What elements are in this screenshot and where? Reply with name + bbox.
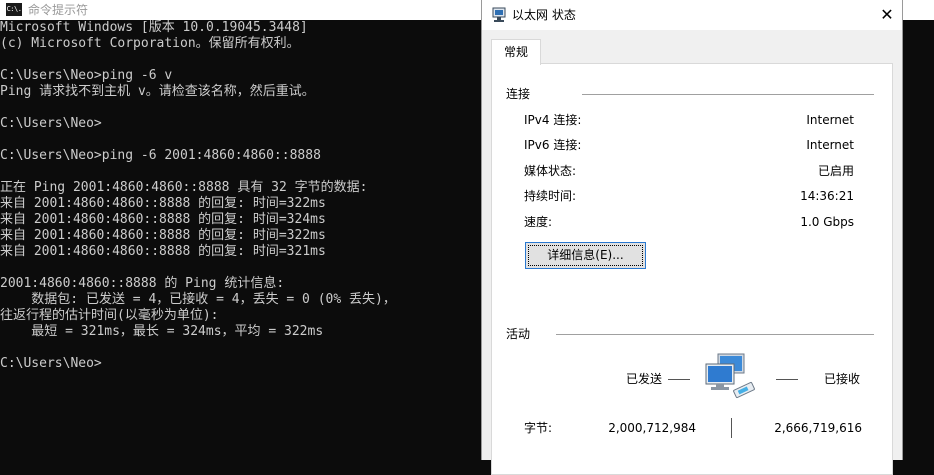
general-tab-panel: 连接 IPv4 连接: Internet IPv6 连接: Internet 媒… <box>491 63 893 475</box>
connection-group-label: 连接 <box>506 87 531 101</box>
close-button[interactable]: ✕ <box>872 0 902 30</box>
ipv4-connectivity-value: Internet <box>806 113 854 127</box>
console-line: 数据包: 已发送 = 4，已接收 = 4，丢失 = 0 (0% 丢失)， <box>0 292 396 307</box>
console-line: 2001:4860:4860::8888 的 Ping 统计信息: <box>0 276 285 291</box>
dialog-title: 以太网 状态 <box>512 8 576 22</box>
ethernet-status-dialog: 以太网 状态 ✕ 常规 连接 IPv4 连接: Internet IPv6 连接… <box>481 0 903 475</box>
cmd-app-icon: C:\. <box>6 3 22 16</box>
ipv4-connectivity-label: IPv4 连接: <box>524 113 582 127</box>
activity-group-divider <box>556 334 874 335</box>
dialog-titlebar[interactable]: 以太网 状态 ✕ <box>482 0 902 30</box>
console-line: C:\Users\Neo>ping -6 2001:4860:4860::888… <box>0 148 321 163</box>
speed-value: 1.0 Gbps <box>800 215 854 229</box>
tab-general[interactable]: 常规 <box>491 39 541 65</box>
received-dash <box>776 379 798 380</box>
bytes-separator <box>731 418 732 438</box>
console-prompt-line: C:\Users\Neo> <box>0 356 102 371</box>
bytes-received-value: 2,666,719,616 <box>774 421 862 435</box>
cmd-console-output[interactable]: Microsoft Windows [版本 10.0.19045.3448] (… <box>0 20 480 460</box>
console-line: C:\Users\Neo>ping -6 v <box>0 68 173 83</box>
ipv6-connectivity-label: IPv6 连接: <box>524 138 582 152</box>
sent-label: 已发送 <box>626 372 663 386</box>
desktop-strip <box>902 0 934 20</box>
bytes-label: 字节: <box>524 421 553 435</box>
console-line: 正在 Ping 2001:4860:4860::8888 具有 32 字节的数据… <box>0 180 368 195</box>
bytes-sent-value: 2,000,712,984 <box>608 421 696 435</box>
console-line: C:\Users\Neo> <box>0 116 102 131</box>
activity-group-label: 活动 <box>506 327 531 341</box>
close-icon: ✕ <box>880 5 894 24</box>
speed-label: 速度: <box>524 215 553 229</box>
media-state-label: 媒体状态: <box>524 164 577 178</box>
console-line: Microsoft Windows [版本 10.0.19045.3448] <box>0 20 308 35</box>
duration-value: 14:36:21 <box>800 189 854 203</box>
console-line: (c) Microsoft Corporation。保留所有权利。 <box>0 36 300 51</box>
duration-label: 持续时间: <box>524 189 577 203</box>
cmd-window-title: 命令提示符 <box>28 3 89 17</box>
network-adapter-icon <box>492 7 506 22</box>
details-button[interactable]: 详细信息(E)... <box>525 242 646 269</box>
media-state-value: 已启用 <box>817 164 854 178</box>
console-line: 往返行程的估计时间(以毫秒为单位): <box>0 308 219 323</box>
network-computers-icon <box>705 353 755 399</box>
console-line: 来自 2001:4860:4860::8888 的回复: 时间=321ms <box>0 244 326 259</box>
console-line: 最短 = 321ms，最长 = 324ms，平均 = 322ms <box>0 324 324 339</box>
console-line: 来自 2001:4860:4860::8888 的回复: 时间=324ms <box>0 212 326 227</box>
connection-group-divider <box>582 94 874 95</box>
console-line: 来自 2001:4860:4860::8888 的回复: 时间=322ms <box>0 228 326 243</box>
console-line: 来自 2001:4860:4860::8888 的回复: 时间=322ms <box>0 196 326 211</box>
sent-dash <box>668 379 690 380</box>
console-line: Ping 请求找不到主机 v。请检查该名称，然后重试。 <box>0 84 315 99</box>
received-label: 已接收 <box>824 372 861 386</box>
ipv6-connectivity-value: Internet <box>806 138 854 152</box>
